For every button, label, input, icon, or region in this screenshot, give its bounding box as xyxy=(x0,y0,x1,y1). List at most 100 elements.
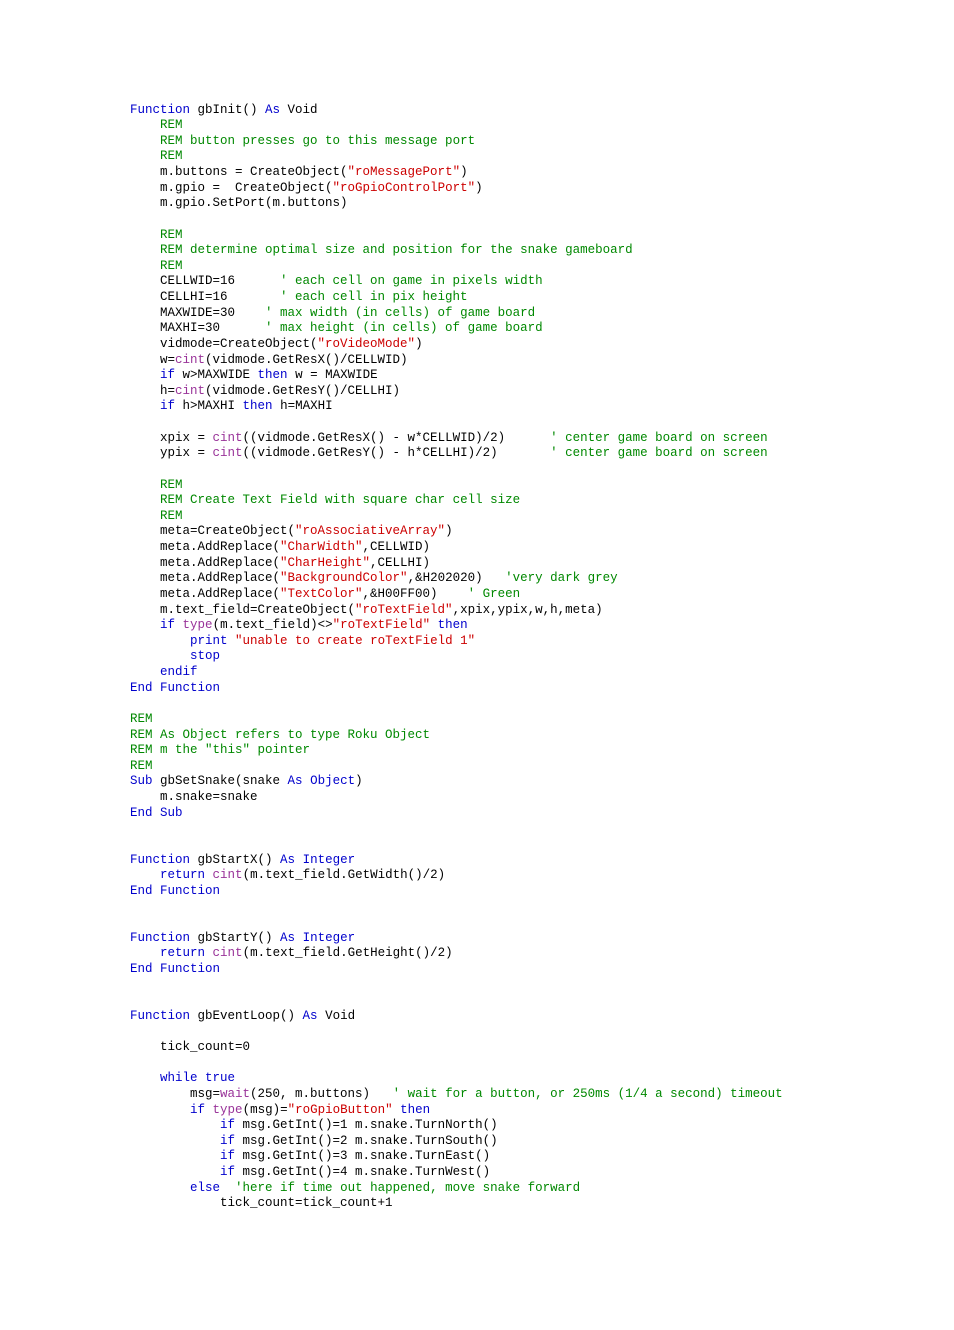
code-line: m.gpio.SetPort(m.buttons) xyxy=(130,196,914,212)
code-line xyxy=(130,1056,914,1072)
code-line: else 'here if time out happened, move sn… xyxy=(130,1181,914,1197)
code-line: ypix = cint((vidmode.GetResY() - h*CELLH… xyxy=(130,446,914,462)
code-token: REM m the "this" pointer xyxy=(130,743,310,757)
code-token: while xyxy=(160,1071,198,1085)
code-line: w=cint(vidmode.GetResX()/CELLWID) xyxy=(130,353,914,369)
code-token: REM determine optimal size and position … xyxy=(160,243,633,257)
code-line: REM xyxy=(130,478,914,494)
code-token: ' each cell in pix height xyxy=(280,290,468,304)
code-line: xpix = cint((vidmode.GetResX() - w*CELLW… xyxy=(130,431,914,447)
code-token: Function xyxy=(130,853,190,867)
code-line: stop xyxy=(130,649,914,665)
code-token: stop xyxy=(190,649,220,663)
code-token: if xyxy=(190,1103,205,1117)
code-line: End Function xyxy=(130,681,914,697)
code-line: Function gbEventLoop() As Void xyxy=(130,1009,914,1025)
code-line: vidmode=CreateObject("roVideoMode") xyxy=(130,337,914,353)
code-token: As xyxy=(265,103,280,117)
code-line: REM Create Text Field with square char c… xyxy=(130,493,914,509)
code-token: ' max height (in cells) of game board xyxy=(265,321,543,335)
code-token: End Function xyxy=(130,962,220,976)
code-token: REM As Object refers to type Roku Object xyxy=(130,728,430,742)
code-token: if xyxy=(220,1149,235,1163)
code-line: m.snake=snake xyxy=(130,790,914,806)
code-line: Sub gbSetSnake(snake As Object) xyxy=(130,774,914,790)
code-line: return cint(m.text_field.GetWidth()/2) xyxy=(130,868,914,884)
code-line: m.buttons = CreateObject("roMessagePort"… xyxy=(130,165,914,181)
code-token: Integer xyxy=(303,853,356,867)
code-token: "roGpioButton" xyxy=(288,1103,393,1117)
code-line: if msg.GetInt()=2 m.snake.TurnSouth() xyxy=(130,1134,914,1150)
code-line: while true xyxy=(130,1071,914,1087)
code-line: REM xyxy=(130,118,914,134)
code-token: Function xyxy=(130,103,190,117)
code-line: Function gbInit() As Void xyxy=(130,103,914,119)
code-line xyxy=(130,696,914,712)
code-line: REM button presses go to this message po… xyxy=(130,134,914,150)
code-token: if xyxy=(220,1165,235,1179)
code-line: if msg.GetInt()=1 m.snake.TurnNorth() xyxy=(130,1118,914,1134)
code-token: if xyxy=(220,1118,235,1132)
code-token: Function xyxy=(130,931,190,945)
code-line: meta=CreateObject("roAssociativeArray") xyxy=(130,524,914,540)
code-token: REM xyxy=(160,228,183,242)
code-token: REM xyxy=(130,759,153,773)
code-token: Integer xyxy=(303,931,356,945)
code-line: return cint(m.text_field.GetHeight()/2) xyxy=(130,946,914,962)
code-line: REM As Object refers to type Roku Object xyxy=(130,728,914,744)
code-token: REM xyxy=(160,478,183,492)
code-token: ' Green xyxy=(468,587,521,601)
code-line: meta.AddReplace("CharHeight",CELLHI) xyxy=(130,556,914,572)
code-token: type xyxy=(213,1103,243,1117)
code-line: Function gbStartX() As Integer xyxy=(130,853,914,869)
code-token: REM Create Text Field with square char c… xyxy=(160,493,520,507)
code-token: As xyxy=(280,931,295,945)
code-line: if w>MAXWIDE then w = MAXWIDE xyxy=(130,368,914,384)
code-token: As xyxy=(303,1009,318,1023)
code-line: CELLWID=16 ' each cell on game in pixels… xyxy=(130,274,914,290)
code-line: End Function xyxy=(130,962,914,978)
code-token: cint xyxy=(175,384,205,398)
code-line: REM xyxy=(130,149,914,165)
code-token: "roVideoMode" xyxy=(318,337,416,351)
code-line: tick_count=tick_count+1 xyxy=(130,1196,914,1212)
code-token: REM xyxy=(130,712,153,726)
code-line: Function gbStartY() As Integer xyxy=(130,931,914,947)
code-line: if type(m.text_field)<>"roTextField" the… xyxy=(130,618,914,634)
code-token: As xyxy=(288,774,303,788)
code-line: REM xyxy=(130,509,914,525)
code-token: if xyxy=(160,399,175,413)
code-token: cint xyxy=(213,946,243,960)
code-token: "roGpioControlPort" xyxy=(333,181,476,195)
code-line: REM xyxy=(130,759,914,775)
code-line: meta.AddReplace("CharWidth",CELLWID) xyxy=(130,540,914,556)
code-token: ' wait for a button, or 250ms (1/4 a sec… xyxy=(393,1087,783,1101)
code-token: 'very dark grey xyxy=(505,571,618,585)
code-token: print xyxy=(190,634,228,648)
code-token: "roMessagePort" xyxy=(348,165,461,179)
code-line: tick_count=0 xyxy=(130,1040,914,1056)
code-token: then xyxy=(243,399,273,413)
code-line xyxy=(130,993,914,1009)
code-line xyxy=(130,212,914,228)
code-token: Object xyxy=(310,774,355,788)
code-token: then xyxy=(400,1103,430,1117)
code-line xyxy=(130,462,914,478)
code-token: then xyxy=(438,618,468,632)
code-line: MAXHI=30 ' max height (in cells) of game… xyxy=(130,321,914,337)
code-token: REM xyxy=(160,118,183,132)
code-token: endif xyxy=(160,665,198,679)
code-line: msg=wait(250, m.buttons) ' wait for a bu… xyxy=(130,1087,914,1103)
code-token: "roAssociativeArray" xyxy=(295,524,445,538)
code-line: REM xyxy=(130,228,914,244)
code-line xyxy=(130,1024,914,1040)
code-line: if msg.GetInt()=3 m.snake.TurnEast() xyxy=(130,1149,914,1165)
code-token: if xyxy=(160,618,175,632)
code-line: endif xyxy=(130,665,914,681)
code-token: As xyxy=(280,853,295,867)
code-token: "unable to create roTextField 1" xyxy=(235,634,475,648)
code-token: else xyxy=(190,1181,220,1195)
code-line xyxy=(130,899,914,915)
code-token: End Sub xyxy=(130,806,183,820)
code-token: cint xyxy=(213,446,243,460)
